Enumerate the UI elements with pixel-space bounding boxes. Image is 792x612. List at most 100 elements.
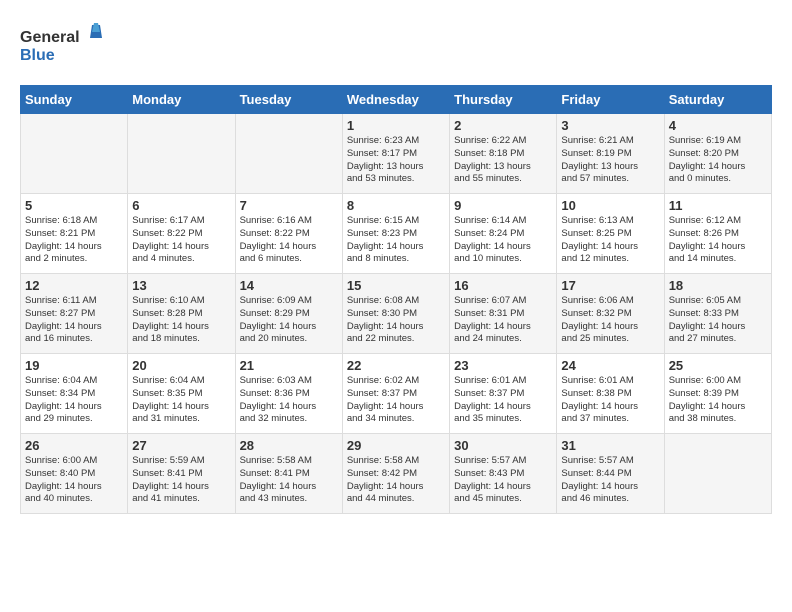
- header-day-sunday: Sunday: [21, 86, 128, 114]
- day-info: Sunrise: 5:57 AM Sunset: 8:43 PM Dayligh…: [454, 455, 552, 506]
- calendar-cell: 31Sunrise: 5:57 AM Sunset: 8:44 PM Dayli…: [557, 434, 664, 514]
- day-number: 20: [132, 358, 230, 373]
- week-row-1: 5 Sunrise: 6:18 AM Sunset: 8:21 PM Daylig…: [21, 194, 772, 274]
- day-info: Sunrise: 6:10 AM Sunset: 8:28 PM Dayligh…: [132, 295, 230, 346]
- day-info: Sunrise: 5:58 AM Sunset: 8:41 PM Dayligh…: [240, 455, 338, 506]
- week-row-3: 19 Sunrise: 6:04 AM Sunset: 8:34 PM Dayli…: [21, 354, 772, 434]
- calendar-cell: [664, 434, 771, 514]
- calendar-cell: 14 Sunrise: 6:09 AM Sunset: 8:29 PM Dayli…: [235, 274, 342, 354]
- day-number: 8: [347, 198, 445, 213]
- day-number: 15: [347, 278, 445, 293]
- calendar-cell: 2Sunrise: 6:22 AM Sunset: 8:18 PM Daylig…: [450, 114, 557, 194]
- page-header: General Blue: [20, 20, 772, 75]
- day-info: Sunrise: 6:11 AM Sunset: 8:27 PM Dayligh…: [25, 295, 123, 346]
- day-info: Sunrise: 6:15 AM Sunset: 8:23 PM Dayligh…: [347, 215, 445, 266]
- day-number: 13: [132, 278, 230, 293]
- calendar-cell: 5 Sunrise: 6:18 AM Sunset: 8:21 PM Daylig…: [21, 194, 128, 274]
- day-number: 5: [25, 198, 123, 213]
- day-number: 27: [132, 438, 230, 453]
- day-info: Sunrise: 6:01 AM Sunset: 8:37 PM Dayligh…: [454, 375, 552, 426]
- day-number: 10: [561, 198, 659, 213]
- day-number: 16: [454, 278, 552, 293]
- calendar-table: SundayMondayTuesdayWednesdayThursdayFrid…: [20, 85, 772, 514]
- calendar-cell: 22Sunrise: 6:02 AM Sunset: 8:37 PM Dayli…: [342, 354, 449, 434]
- day-info: Sunrise: 6:18 AM Sunset: 8:21 PM Dayligh…: [25, 215, 123, 266]
- day-number: 9: [454, 198, 552, 213]
- logo-svg: General Blue: [20, 20, 110, 70]
- day-info: Sunrise: 6:21 AM Sunset: 8:19 PM Dayligh…: [561, 135, 659, 186]
- day-number: 17: [561, 278, 659, 293]
- calendar-cell: 25 Sunrise: 6:00 AM Sunset: 8:39 PM Dayli…: [664, 354, 771, 434]
- day-number: 28: [240, 438, 338, 453]
- calendar-cell: 28 Sunrise: 5:58 AM Sunset: 8:41 PM Dayli…: [235, 434, 342, 514]
- calendar-cell: 29Sunrise: 5:58 AM Sunset: 8:42 PM Dayli…: [342, 434, 449, 514]
- calendar-cell: 27 Sunrise: 5:59 AM Sunset: 8:41 PM Dayli…: [128, 434, 235, 514]
- calendar-cell: 15 Sunrise: 6:08 AM Sunset: 8:30 PM Dayli…: [342, 274, 449, 354]
- header-row: SundayMondayTuesdayWednesdayThursdayFrid…: [21, 86, 772, 114]
- header-day-thursday: Thursday: [450, 86, 557, 114]
- logo-container: General Blue: [20, 20, 110, 75]
- day-info: Sunrise: 6:19 AM Sunset: 8:20 PM Dayligh…: [669, 135, 767, 186]
- day-info: Sunrise: 6:08 AM Sunset: 8:30 PM Dayligh…: [347, 295, 445, 346]
- week-row-4: 26Sunrise: 6:00 AM Sunset: 8:40 PM Dayli…: [21, 434, 772, 514]
- day-number: 21: [240, 358, 338, 373]
- calendar-cell: 1Sunrise: 6:23 AM Sunset: 8:17 PM Daylig…: [342, 114, 449, 194]
- day-number: 24: [561, 358, 659, 373]
- day-info: Sunrise: 6:16 AM Sunset: 8:22 PM Dayligh…: [240, 215, 338, 266]
- calendar-cell: [21, 114, 128, 194]
- day-info: Sunrise: 6:04 AM Sunset: 8:34 PM Dayligh…: [25, 375, 123, 426]
- header-day-wednesday: Wednesday: [342, 86, 449, 114]
- day-info: Sunrise: 6:02 AM Sunset: 8:37 PM Dayligh…: [347, 375, 445, 426]
- header-day-tuesday: Tuesday: [235, 86, 342, 114]
- day-info: Sunrise: 6:07 AM Sunset: 8:31 PM Dayligh…: [454, 295, 552, 346]
- logo: General Blue: [20, 20, 110, 75]
- day-number: 7: [240, 198, 338, 213]
- day-number: 11: [669, 198, 767, 213]
- day-number: 3: [561, 118, 659, 133]
- calendar-body: 1Sunrise: 6:23 AM Sunset: 8:17 PM Daylig…: [21, 114, 772, 514]
- day-number: 25: [669, 358, 767, 373]
- day-number: 4: [669, 118, 767, 133]
- calendar-header: SundayMondayTuesdayWednesdayThursdayFrid…: [21, 86, 772, 114]
- day-number: 6: [132, 198, 230, 213]
- day-number: 30: [454, 438, 552, 453]
- calendar-cell: [235, 114, 342, 194]
- calendar-cell: 26Sunrise: 6:00 AM Sunset: 8:40 PM Dayli…: [21, 434, 128, 514]
- day-info: Sunrise: 6:13 AM Sunset: 8:25 PM Dayligh…: [561, 215, 659, 266]
- calendar-cell: 10 Sunrise: 6:13 AM Sunset: 8:25 PM Dayli…: [557, 194, 664, 274]
- calendar-cell: 7 Sunrise: 6:16 AM Sunset: 8:22 PM Daylig…: [235, 194, 342, 274]
- calendar-cell: 16 Sunrise: 6:07 AM Sunset: 8:31 PM Dayli…: [450, 274, 557, 354]
- day-number: 1: [347, 118, 445, 133]
- calendar-cell: [128, 114, 235, 194]
- calendar-cell: 9 Sunrise: 6:14 AM Sunset: 8:24 PM Daylig…: [450, 194, 557, 274]
- day-number: 2: [454, 118, 552, 133]
- day-info: Sunrise: 5:59 AM Sunset: 8:41 PM Dayligh…: [132, 455, 230, 506]
- day-info: Sunrise: 6:00 AM Sunset: 8:39 PM Dayligh…: [669, 375, 767, 426]
- day-info: Sunrise: 6:14 AM Sunset: 8:24 PM Dayligh…: [454, 215, 552, 266]
- svg-text:Blue: Blue: [20, 47, 55, 64]
- day-info: Sunrise: 6:12 AM Sunset: 8:26 PM Dayligh…: [669, 215, 767, 266]
- day-number: 19: [25, 358, 123, 373]
- day-info: Sunrise: 6:01 AM Sunset: 8:38 PM Dayligh…: [561, 375, 659, 426]
- day-info: Sunrise: 6:06 AM Sunset: 8:32 PM Dayligh…: [561, 295, 659, 346]
- day-info: Sunrise: 6:04 AM Sunset: 8:35 PM Dayligh…: [132, 375, 230, 426]
- calendar-cell: 30 Sunrise: 5:57 AM Sunset: 8:43 PM Dayli…: [450, 434, 557, 514]
- day-number: 23: [454, 358, 552, 373]
- day-info: Sunrise: 6:09 AM Sunset: 8:29 PM Dayligh…: [240, 295, 338, 346]
- header-day-monday: Monday: [128, 86, 235, 114]
- calendar-cell: 6 Sunrise: 6:17 AM Sunset: 8:22 PM Daylig…: [128, 194, 235, 274]
- day-info: Sunrise: 5:58 AM Sunset: 8:42 PM Dayligh…: [347, 455, 445, 506]
- day-number: 14: [240, 278, 338, 293]
- calendar-cell: 24 Sunrise: 6:01 AM Sunset: 8:38 PM Dayli…: [557, 354, 664, 434]
- calendar-cell: 12 Sunrise: 6:11 AM Sunset: 8:27 PM Dayli…: [21, 274, 128, 354]
- day-number: 12: [25, 278, 123, 293]
- svg-text:General: General: [20, 29, 80, 46]
- calendar-cell: 17 Sunrise: 6:06 AM Sunset: 8:32 PM Dayli…: [557, 274, 664, 354]
- calendar-cell: 11 Sunrise: 6:12 AM Sunset: 8:26 PM Dayli…: [664, 194, 771, 274]
- day-info: Sunrise: 6:03 AM Sunset: 8:36 PM Dayligh…: [240, 375, 338, 426]
- day-info: Sunrise: 5:57 AM Sunset: 8:44 PM Dayligh…: [561, 455, 659, 506]
- calendar-cell: 13 Sunrise: 6:10 AM Sunset: 8:28 PM Dayli…: [128, 274, 235, 354]
- day-number: 18: [669, 278, 767, 293]
- day-info: Sunrise: 6:17 AM Sunset: 8:22 PM Dayligh…: [132, 215, 230, 266]
- calendar-cell: 23 Sunrise: 6:01 AM Sunset: 8:37 PM Dayli…: [450, 354, 557, 434]
